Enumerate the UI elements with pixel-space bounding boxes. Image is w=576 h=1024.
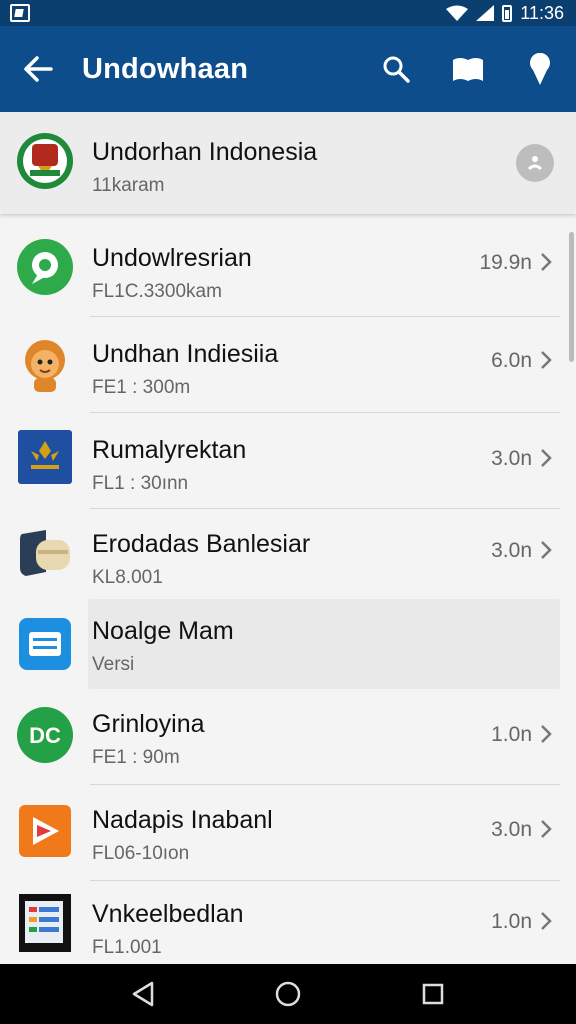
list-item-subtitle: FE1 : 300m	[92, 377, 191, 398]
list-item-subtitle: FL1.001	[92, 937, 162, 958]
divider	[90, 880, 560, 881]
list-item-selected[interactable]: Noalge Mam Versi	[19, 599, 560, 689]
search-icon	[383, 56, 410, 83]
list-item[interactable]: Vnkeelbedlan FL1.001 1.0n	[0, 882, 576, 964]
list-item-size: 6.0n	[491, 349, 532, 372]
list-item-subtitle: FL06-10ıon	[92, 843, 190, 864]
list-item-size: 19.9n	[479, 251, 532, 274]
list-item-title: Undowlresrian	[92, 244, 252, 272]
list-item-title: Rumalyrektan	[92, 436, 247, 464]
divider	[90, 784, 560, 785]
chevron-right-icon	[541, 541, 552, 559]
list-item-size: 3.0n	[491, 539, 532, 562]
options-button[interactable]	[516, 144, 554, 182]
list-item-title: Undhan Indiesiia	[92, 340, 279, 368]
list-item[interactable]: Rumalyrektan FL1 : 30ınn 3.0n	[0, 414, 576, 508]
triangle-back-icon	[132, 981, 153, 1007]
list-item-subtitle: FL1 : 30ınn	[92, 473, 189, 494]
chevron-right-icon	[541, 820, 552, 838]
nav-recents-button[interactable]	[409, 970, 457, 1018]
list-item-title: Noalge Mam	[92, 617, 234, 645]
list-item[interactable]: DC Grinloyina FE1 : 90m 1.0n	[0, 692, 576, 784]
divider	[90, 412, 560, 413]
dc-app-icon: DC	[16, 706, 74, 764]
list-item[interactable]: Undowlresrian FL1C.3300kam 19.9n	[0, 222, 576, 316]
wifi-icon	[446, 5, 469, 21]
list-item-size: 1.0n	[491, 723, 532, 746]
list-item[interactable]: Nadapis Inabanl FL06-10ıon 3.0n	[0, 786, 576, 880]
chevron-right-icon	[541, 253, 552, 271]
map-icon	[453, 58, 483, 81]
storage-app-icon	[16, 524, 74, 582]
chevron-right-icon	[541, 351, 552, 369]
divider	[90, 508, 560, 509]
character-app-icon	[16, 336, 74, 394]
list-item-subtitle: 11karam	[92, 175, 165, 196]
status-time: 11:36	[520, 2, 564, 23]
emblem-app-icon	[16, 428, 74, 486]
list-item-title: Vnkeelbedlan	[92, 900, 244, 928]
list-item-title: Nadapis Inabanl	[92, 806, 273, 834]
divider	[90, 316, 560, 317]
app-bar: Undowhaan	[0, 26, 576, 112]
back-button[interactable]	[10, 41, 66, 97]
media-app-icon	[16, 802, 74, 860]
page-title: Undowhaan	[82, 52, 249, 85]
location-pin-icon	[530, 53, 550, 85]
app-list: Undorhan Indonesia 11karam Undowlresrian…	[0, 112, 576, 964]
chevron-right-icon	[541, 912, 552, 930]
location-button[interactable]	[512, 41, 568, 97]
status-icons: 11:36	[446, 3, 564, 24]
location-app-icon	[16, 238, 74, 296]
app-emblem-icon	[16, 132, 74, 190]
list-item-title: Erodadas Banlesiar	[92, 530, 311, 558]
circle-home-icon	[275, 981, 301, 1007]
list-item-title: Undorhan Indonesia	[92, 138, 318, 166]
list-item-title: Grinloyina	[92, 710, 205, 738]
chevron-right-icon	[541, 725, 552, 743]
list-item-size: 3.0n	[491, 818, 532, 841]
back-arrow-icon	[24, 56, 53, 82]
signal-icon	[476, 5, 495, 21]
more-options-icon	[527, 156, 543, 171]
screenshot-app-icon	[16, 894, 74, 952]
list-item[interactable]: Undhan Indiesiia FE1 : 300m 6.0n	[0, 318, 576, 412]
nav-home-button[interactable]	[264, 970, 312, 1018]
list-item-subtitle: FE1 : 90m	[92, 747, 180, 768]
list-item-subtitle: FL1C.3300kam	[92, 281, 222, 302]
list-item[interactable]: Erodadas Banlesiar KL8.001 3.0n	[0, 510, 576, 598]
battery-icon	[502, 4, 513, 22]
map-button[interactable]	[440, 41, 496, 97]
square-recents-icon	[423, 983, 444, 1005]
list-item-subtitle: KL8.001	[92, 567, 163, 588]
nav-back-button[interactable]	[119, 970, 167, 1018]
pinned-list-item[interactable]: Undorhan Indonesia 11karam	[0, 112, 576, 214]
notification-icon	[10, 4, 30, 22]
svg-text:DC: DC	[29, 723, 61, 748]
chevron-right-icon	[541, 449, 552, 467]
list-item-subtitle: Versi	[92, 654, 135, 675]
message-app-icon	[16, 615, 74, 673]
status-bar: 11:36	[0, 0, 576, 26]
list-item-size: 3.0n	[491, 447, 532, 470]
system-nav-bar	[0, 964, 576, 1024]
search-button[interactable]	[368, 41, 424, 97]
list-item-size: 1.0n	[491, 910, 532, 933]
